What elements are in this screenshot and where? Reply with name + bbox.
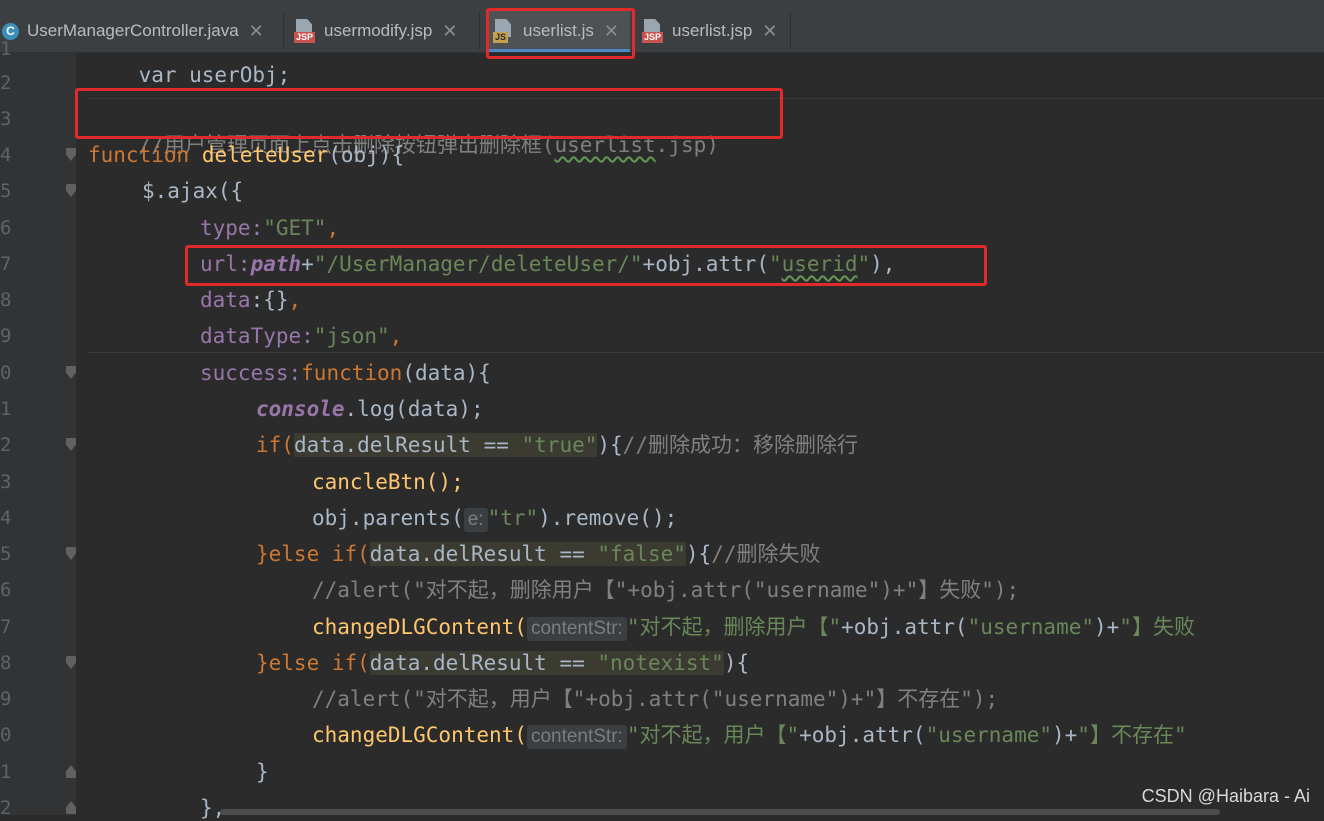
code-line-14: obj.parents(e: "tr").remove(); — [312, 506, 678, 532]
code-line-20: changeDLGContent(contentStr: "对不起，用户【"+ob… — [312, 723, 1187, 749]
code-line-18: }else if(data.delResult == "notexist"){ — [256, 651, 750, 675]
code-line-16: //alert("对不起，删除用户【"+obj.attr("username")… — [312, 578, 1020, 602]
code-line-5: $.ajax({ — [142, 179, 244, 203]
param-hint: contentStr: — [526, 725, 627, 749]
code-line-15: }else if(data.delResult == "false"){//删除… — [256, 542, 821, 566]
param-hint: contentStr: — [526, 617, 627, 641]
code-line-19: //alert("对不起，用户【"+obj.attr("username")+"… — [312, 687, 999, 711]
code-line-13: cancleBtn(); — [312, 470, 464, 494]
highlight-box-url — [185, 245, 987, 286]
highlight-box-comment — [75, 88, 783, 139]
code-line-10: success:function(data){ — [200, 361, 491, 385]
code-line-8: data:{}, — [200, 288, 302, 312]
highlight-box-active-tab — [486, 8, 635, 59]
code-line-6: type:"GET", — [200, 216, 340, 240]
code-line-22: }, — [200, 796, 226, 820]
param-hint: e: — [463, 508, 488, 532]
method-separator — [88, 352, 1324, 353]
code-line-17: changeDLGContent(contentStr: "对不起，删除用户【"+… — [312, 615, 1195, 641]
code-line-4: function deleteUser(obj){ — [88, 143, 405, 167]
code-line-11: console.log(data); — [256, 397, 484, 421]
watermark: CSDN @Haibara - Ai — [1141, 786, 1310, 806]
horizontal-scrollbar[interactable] — [220, 809, 1220, 815]
code-line-12: if(data.delResult == "true"){//删除成功：移除删除… — [256, 433, 858, 457]
code-line-21: } — [256, 760, 269, 784]
code-line-9: dataType:"json", — [200, 324, 403, 348]
